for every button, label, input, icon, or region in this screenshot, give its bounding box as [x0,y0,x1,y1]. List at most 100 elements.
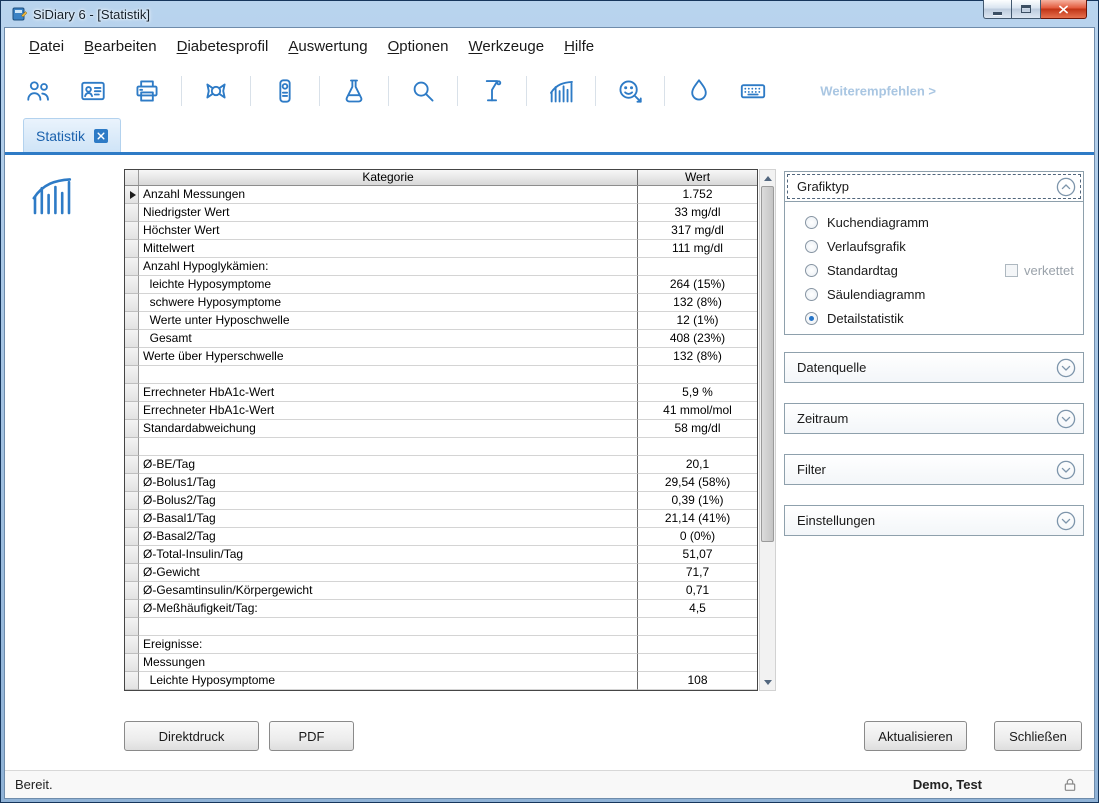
table-row[interactable]: Ø-Bolus2/Tag 0,39 (1%) [125,492,757,510]
tab-close-icon[interactable] [94,129,108,143]
row-selector[interactable] [125,222,139,240]
chevron-down-icon[interactable] [1056,511,1076,531]
column-header-kategorie[interactable]: Kategorie [139,170,637,185]
table-row[interactable] [125,366,757,384]
pdf-button[interactable]: PDF [269,721,354,751]
menu-werkzeuge[interactable]: Werkzeuge [458,34,554,59]
scroll-up-button[interactable] [760,170,775,186]
radio-icon[interactable] [805,216,818,229]
users-icon[interactable] [17,71,61,111]
table-row[interactable]: Werte über Hyperschwelle 132 (8%) [125,348,757,366]
menu-diabetesprofil[interactable]: Diabetesprofil [167,34,279,59]
row-selector[interactable] [125,348,139,366]
table-row[interactable]: Errechneter HbA1c-Wert 41 mmol/mol [125,402,757,420]
table-row[interactable]: Ø-Total-Insulin/Tag 51,07 [125,546,757,564]
row-selector[interactable] [125,456,139,474]
glass-icon[interactable] [470,71,514,111]
row-selector[interactable] [125,312,139,330]
radio-standardtag[interactable]: Standardtag verkettet [805,258,1083,282]
table-row[interactable] [125,438,757,456]
panel-einstellungen[interactable]: Einstellungen [784,505,1084,536]
tab-statistik[interactable]: Statistik [23,118,121,152]
checkbox-icon[interactable] [1005,264,1018,277]
row-selector[interactable] [125,510,139,528]
row-selector[interactable] [125,330,139,348]
panel-zeitraum[interactable]: Zeitraum [784,403,1084,434]
row-selector[interactable] [125,564,139,582]
row-selector[interactable] [125,618,139,636]
table-row[interactable]: Anzahl Messungen 1.752 [125,186,757,204]
grafiktyp-panel-header[interactable]: Grafiktyp [785,172,1083,201]
table-row[interactable]: Höchster Wert 317 mg/dl [125,222,757,240]
verkettet-checkbox[interactable]: verkettet [1005,263,1074,278]
table-row[interactable]: Werte unter Hyposchwelle 12 (1%) [125,312,757,330]
row-selector[interactable] [125,528,139,546]
row-selector[interactable] [125,438,139,456]
magnifier-icon[interactable] [401,71,445,111]
vertical-scrollbar[interactable] [759,169,776,691]
table-row[interactable]: Ø-Gesamtinsulin/Körpergewicht 0,71 [125,582,757,600]
row-selector[interactable] [125,582,139,600]
aktualisieren-button[interactable]: Aktualisieren [864,721,967,751]
row-selector[interactable] [125,546,139,564]
table-row[interactable]: Ereignisse: [125,636,757,654]
row-selector[interactable] [125,294,139,312]
row-selector[interactable] [125,384,139,402]
row-selector[interactable] [125,600,139,618]
row-selector[interactable] [125,672,139,690]
schliessen-button[interactable]: Schließen [994,721,1082,751]
radio-verlaufsgrafik[interactable]: Verlaufsgrafik [805,234,1083,258]
table-row[interactable]: Ø-Basal1/Tag 21,14 (41%) [125,510,757,528]
keyboard-icon[interactable] [731,71,775,111]
table-row[interactable] [125,618,757,636]
row-selector[interactable] [125,204,139,222]
table-row[interactable]: Standardabweichung 58 mg/dl [125,420,757,438]
column-header-wert[interactable]: Wert [637,170,757,185]
row-selector[interactable] [125,276,139,294]
chevron-down-icon[interactable] [1056,409,1076,429]
chevron-down-icon[interactable] [1056,358,1076,378]
table-row[interactable]: Ø-Bolus1/Tag 29,54 (58%) [125,474,757,492]
scroll-down-button[interactable] [760,674,775,690]
panel-datenquelle[interactable]: Datenquelle [784,352,1084,383]
panel-filter[interactable]: Filter [784,454,1084,485]
printer-icon[interactable] [125,71,169,111]
row-selector[interactable] [125,240,139,258]
table-row[interactable]: Anzahl Hypoglykämien: [125,258,757,276]
menu-optionen[interactable]: Optionen [378,34,459,59]
row-selector[interactable] [125,366,139,384]
row-selector[interactable] [125,654,139,672]
radio-icon[interactable] [805,240,818,253]
table-row[interactable]: Leichte Hyposymptome 108 [125,672,757,690]
table-row[interactable]: schwere Hyposymptome 132 (8%) [125,294,757,312]
meter-icon[interactable] [263,71,307,111]
chevron-down-icon[interactable] [1056,460,1076,480]
menu-auswertung[interactable]: Auswertung [278,34,377,59]
chevron-up-icon[interactable] [1056,177,1076,197]
smiley-icon[interactable] [608,71,652,111]
row-selector[interactable] [125,420,139,438]
referral-link[interactable]: Weiterempfehlen > [820,84,936,99]
radio-icon[interactable] [805,264,818,277]
row-selector[interactable] [125,186,139,204]
table-row[interactable]: Ø-BE/Tag 20,1 [125,456,757,474]
table-row[interactable]: Messungen [125,654,757,672]
table-row[interactable]: Ø-Gewicht 71,7 [125,564,757,582]
scrollbar-track[interactable] [760,186,775,674]
maximize-button[interactable] [1012,0,1041,19]
title-bar[interactable]: SiDiary 6 - [Statistik] [4,1,1095,27]
menu-hilfe[interactable]: Hilfe [554,34,604,59]
flask-icon[interactable] [332,71,376,111]
menu-datei[interactable]: Datei [19,34,74,59]
row-selector[interactable] [125,474,139,492]
table-row[interactable]: Ø-Meßhäufigkeit/Tag: 4,5 [125,600,757,618]
drop-icon[interactable] [677,71,721,111]
table-row[interactable]: leichte Hyposymptome 264 (15%) [125,276,757,294]
radio-säulendiagramm[interactable]: Säulendiagramm [805,282,1083,306]
table-row[interactable]: Gesamt 408 (23%) [125,330,757,348]
bar-chart-icon[interactable] [539,71,583,111]
radio-icon[interactable] [805,312,818,325]
table-row[interactable]: Errechneter HbA1c-Wert 5,9 % [125,384,757,402]
close-button[interactable] [1041,0,1087,19]
row-selector[interactable] [125,636,139,654]
